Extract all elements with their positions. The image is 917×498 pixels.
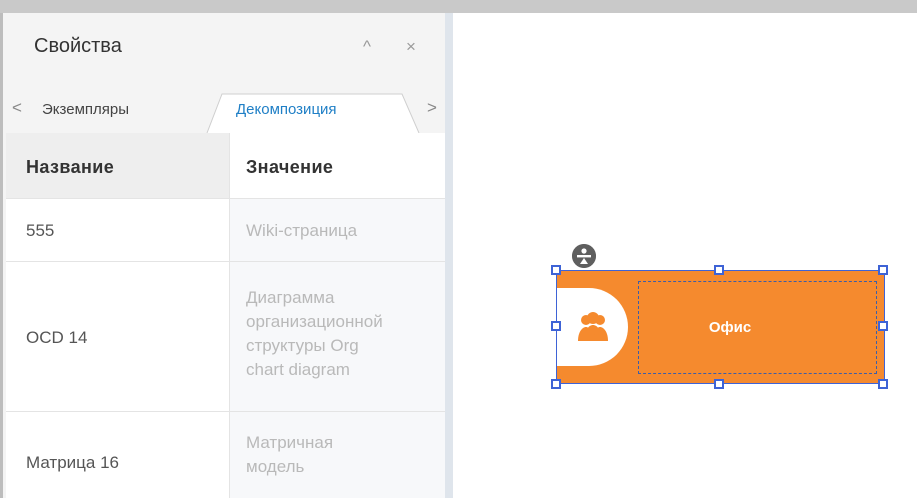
tab-instances[interactable]: Экземпляры	[42, 101, 129, 118]
row-name: OCD 14	[26, 328, 88, 347]
panel-splitter[interactable]	[445, 13, 453, 498]
tab-decomposition[interactable]: Декомпозиция	[236, 101, 337, 118]
row-value: Матричная модель	[246, 433, 334, 476]
close-icon[interactable]: ×	[406, 37, 416, 57]
diagram-canvas[interactable]	[453, 13, 917, 498]
row-name: 555	[26, 221, 55, 240]
resize-handle-s[interactable]	[714, 379, 724, 389]
resize-handle-w[interactable]	[551, 321, 561, 331]
column-header-value: Значение	[246, 157, 334, 177]
resize-handle-nw[interactable]	[551, 265, 561, 275]
tab-prev-icon[interactable]: <	[12, 98, 22, 118]
properties-table: Название Значение 555 Wiki-страница OCD …	[6, 133, 448, 498]
row-value: Диаграмма организационной структуры Org …	[246, 288, 383, 379]
table-header-row: Название Значение	[6, 133, 448, 199]
resize-handle-n[interactable]	[714, 265, 724, 275]
panel-title: Свойства	[34, 35, 122, 57]
column-header-name: Название	[26, 157, 115, 177]
properties-panel: Свойства ^ × < Экземпляры Декомпозиция >…	[0, 13, 453, 498]
resize-handle-se[interactable]	[878, 379, 888, 389]
rotate-handle-icon[interactable]	[572, 244, 596, 268]
panel-header: Свойства ^ ×	[6, 13, 448, 85]
window-top-edge	[0, 0, 917, 13]
resize-handle-sw[interactable]	[551, 379, 561, 389]
column-header-name-cell: Название	[6, 133, 229, 198]
collapse-icon[interactable]: ^	[363, 37, 371, 57]
row-value: Wiki-страница	[246, 221, 358, 240]
tab-next-icon[interactable]: >	[427, 98, 437, 118]
selection-outline	[556, 270, 885, 384]
table-row[interactable]: OCD 14 Диаграмма организационной структу…	[6, 262, 448, 412]
tab-bar: < Экземпляры Декомпозиция >	[6, 85, 448, 134]
resize-handle-ne[interactable]	[878, 265, 888, 275]
row-name: Матрица 16	[26, 453, 119, 472]
table-row[interactable]: 555 Wiki-страница	[6, 199, 448, 262]
resize-handle-e[interactable]	[878, 321, 888, 331]
column-header-value-cell: Значение	[229, 133, 448, 198]
table-row[interactable]: Матрица 16 Матричная модель	[6, 412, 448, 498]
